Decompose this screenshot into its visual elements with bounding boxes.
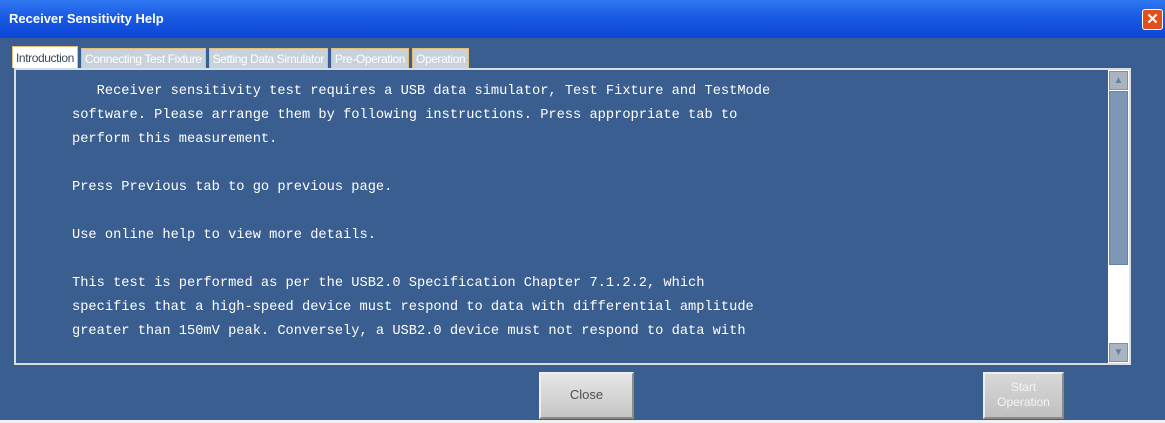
scroll-down-icon[interactable]: ▼ bbox=[1109, 343, 1128, 362]
vertical-scrollbar[interactable]: ▲ ▼ bbox=[1108, 70, 1129, 363]
start-operation-button[interactable]: Start Operation bbox=[983, 372, 1064, 419]
tab-introduction[interactable]: Introduction bbox=[12, 46, 78, 68]
window-title: Receiver Sensitivity Help bbox=[9, 11, 164, 26]
scroll-up-icon[interactable]: ▲ bbox=[1109, 71, 1128, 90]
tab-pre-operation[interactable]: Pre-Operation bbox=[330, 48, 410, 68]
tab-connecting-test-fixture[interactable]: Connecting Test Fixture bbox=[80, 48, 206, 68]
tab-operation[interactable]: Operation bbox=[412, 48, 470, 68]
start-operation-label: Start Operation bbox=[997, 380, 1050, 409]
tab-setting-data-simulator[interactable]: Setting Data Simulator bbox=[208, 48, 328, 68]
close-window-icon[interactable]: ✕ bbox=[1142, 9, 1163, 30]
help-dialog: Receiver Sensitivity Help ✕ Introduction… bbox=[0, 0, 1165, 423]
scroll-thumb[interactable] bbox=[1109, 91, 1128, 265]
help-text-area[interactable]: Receiver sensitivity test requires a USB… bbox=[14, 68, 1131, 365]
help-text: Receiver sensitivity test requires a USB… bbox=[72, 84, 771, 339]
tab-bar: Introduction Connecting Test Fixture Set… bbox=[12, 46, 1165, 68]
title-bar[interactable]: Receiver Sensitivity Help ✕ bbox=[0, 0, 1165, 38]
close-button[interactable]: Close bbox=[539, 372, 634, 419]
